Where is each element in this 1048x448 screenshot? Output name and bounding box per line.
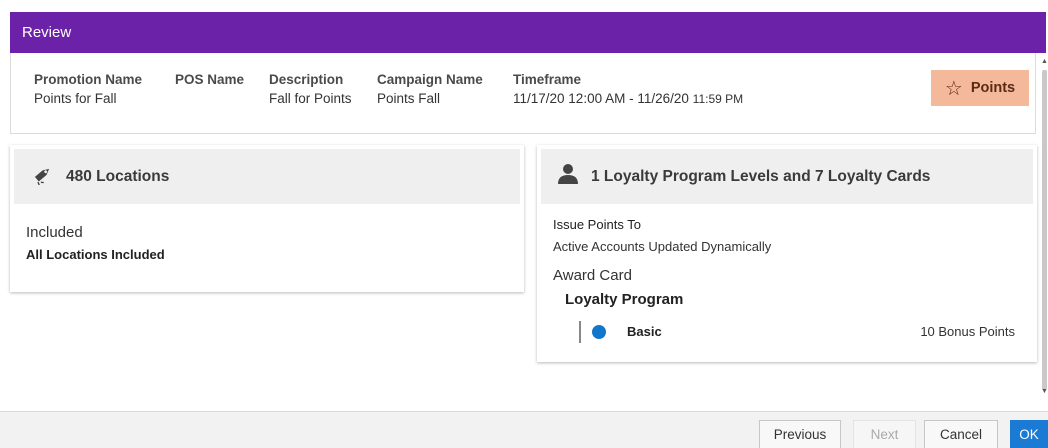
level-connector <box>579 321 581 343</box>
promotion-name-field: Promotion Name Points for Fall <box>34 70 142 108</box>
timeframe-field: Timeframe 11/17/20 12:00 AM - 11/26/20 1… <box>513 70 743 109</box>
pos-name-label: POS Name <box>175 72 245 87</box>
dialog-title: Review <box>22 24 72 41</box>
issue-points-value: Active Accounts Updated Dynamically <box>553 239 772 254</box>
issue-points-label: Issue Points To <box>553 217 641 232</box>
locations-heading: 480 Locations <box>66 167 170 185</box>
level-name: Basic <box>627 324 662 339</box>
cancel-button[interactable]: Cancel <box>924 420 998 448</box>
level-points: 10 Bonus Points <box>920 324 1015 339</box>
locations-status: Included <box>26 224 83 241</box>
description-label: Description <box>269 72 344 87</box>
promotion-name-value: Points for Fall <box>34 91 117 106</box>
locations-card: 480 Locations Included All Locations Inc… <box>10 145 524 292</box>
pos-name-field: POS Name <box>175 70 244 89</box>
award-card-label: Award Card <box>553 267 632 284</box>
timeframe-end-time: 11:59 PM <box>692 92 744 106</box>
scrollbar-thumb[interactable] <box>1042 70 1047 390</box>
vertical-scrollbar[interactable]: ▲ ▼ <box>1040 58 1048 398</box>
timeframe-range: 11/17/20 12:00 AM - 11/26/20 <box>513 91 689 106</box>
points-type-badge[interactable]: ☆ Points <box>931 70 1029 106</box>
campaign-name-field: Campaign Name Points Fall <box>377 70 483 108</box>
loyalty-card-header: 1 Loyalty Program Levels and 7 Loyalty C… <box>541 149 1033 204</box>
promotion-summary: Promotion Name Points for Fall POS Name … <box>10 53 1036 134</box>
timeframe-label: Timeframe <box>513 72 582 87</box>
loyalty-card: 1 Loyalty Program Levels and 7 Loyalty C… <box>537 145 1037 362</box>
tag-icon <box>32 163 54 190</box>
description-field: Description Fall for Points <box>269 70 352 108</box>
scroll-down-arrow-icon[interactable]: ▼ <box>1041 388 1048 395</box>
locations-detail: All Locations Included <box>26 247 165 262</box>
star-icon: ☆ <box>944 77 963 100</box>
locations-card-header: 480 Locations <box>14 149 520 204</box>
scroll-up-arrow-icon[interactable]: ▲ <box>1041 58 1048 65</box>
campaign-name-label: Campaign Name <box>377 72 483 87</box>
loyalty-heading: 1 Loyalty Program Levels and 7 Loyalty C… <box>591 167 931 185</box>
timeframe-value: 11/17/20 12:00 AM - 11/26/20 11:59 PM <box>513 89 743 109</box>
promotion-name-label: Promotion Name <box>34 72 143 87</box>
points-badge-label: Points <box>970 80 1016 96</box>
user-icon <box>557 163 579 190</box>
ok-button[interactable]: OK <box>1010 420 1048 448</box>
campaign-name-value: Points Fall <box>377 91 441 106</box>
loyalty-program-title: Loyalty Program <box>565 291 684 308</box>
next-button[interactable]: Next <box>853 420 916 448</box>
description-value: Fall for Points <box>269 91 352 106</box>
dialog-title-bar: Review <box>10 12 1046 53</box>
previous-button[interactable]: Previous <box>759 420 841 448</box>
dialog-footer: Previous Next Cancel OK <box>0 411 1048 448</box>
level-dot <box>592 325 606 339</box>
